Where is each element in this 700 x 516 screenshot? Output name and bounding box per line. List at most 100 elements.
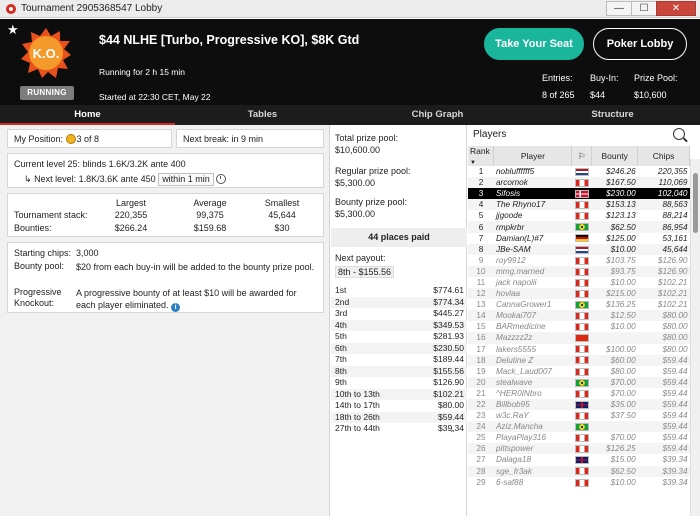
- player-row[interactable]: 26 pittspower $126.25 $59.44: [468, 443, 690, 455]
- col-rank[interactable]: Rank ▼: [468, 146, 495, 166]
- player-row[interactable]: 9 roy9912 $103.75 $126.90: [468, 255, 690, 266]
- player-row[interactable]: 15 BARmedicine $10.00 $80.00: [468, 321, 690, 332]
- player-bounty: $246.26: [606, 167, 636, 177]
- player-row[interactable]: 17 lakers5555 $100.00 $80.00: [468, 344, 690, 355]
- country-flag-icon: [574, 212, 589, 221]
- player-chips: 102,040: [637, 188, 690, 200]
- player-row[interactable]: 3 Sifosis $230.00 102,040: [468, 188, 690, 200]
- player-flag: [571, 332, 592, 344]
- player-row[interactable]: 12 hovlaa $215.00 $102.21: [468, 288, 690, 300]
- player-chips: $39.34: [637, 465, 690, 477]
- player-chips: $59.44: [662, 433, 688, 443]
- player-rank: 28: [468, 465, 494, 477]
- player-name: Mazzzz2z: [493, 332, 572, 344]
- player-rank: 14: [468, 310, 494, 322]
- player-row[interactable]: 8 JBe-SAM $10.00 45,644: [468, 243, 690, 255]
- tab-tables[interactable]: Tables: [175, 105, 350, 125]
- take-your-seat-button[interactable]: Take Your Seat: [484, 28, 584, 60]
- regular-prize-value: $5,300.00: [335, 178, 376, 188]
- player-row[interactable]: 14 Mookai707 $12.50 $80.00: [468, 310, 690, 322]
- player-bounty: $100.00: [606, 344, 636, 354]
- info-icon[interactable]: i: [171, 303, 181, 312]
- player-row[interactable]: 13 CannaGrower1 $136.25 $102.21: [468, 299, 690, 310]
- player-row[interactable]: 25 PlayaPlay316 $70.00 $59.44: [468, 432, 690, 443]
- entries-label: Entries:: [542, 73, 573, 83]
- bounty-pool-label: Bounty pool:: [14, 261, 65, 271]
- player-bounty: $15.00: [610, 455, 636, 465]
- player-row[interactable]: 20 stealwave $70.00 $59.44: [468, 376, 690, 388]
- player-row[interactable]: 27 Dalaga18 $15.00 $39.34: [468, 454, 690, 465]
- favorite-star-icon[interactable]: ★: [7, 22, 19, 38]
- player-rank: 27: [476, 455, 486, 465]
- country-flag-icon: [574, 389, 589, 398]
- status-badge: RUNNING: [20, 86, 74, 100]
- player-row[interactable]: 21 ^HER0INbro $70.00 $59.44: [468, 388, 690, 399]
- player-flag: [571, 376, 592, 388]
- stack-largest: 220,355: [114, 210, 148, 220]
- total-prize-value: $10,600.00: [335, 145, 381, 155]
- player-flag: [571, 199, 592, 211]
- col-chips[interactable]: Chips: [637, 146, 690, 166]
- prize-panel: Total prize pool: $10,600.00 Regular pri…: [331, 125, 467, 516]
- player-chips: $39.34: [662, 477, 688, 487]
- players-scrollbar[interactable]: [690, 159, 700, 516]
- player-row[interactable]: 16 Mazzzz2z $80.00: [468, 332, 690, 344]
- player-row[interactable]: 7 Damian(L)#7 $125.00 53,161: [468, 233, 690, 244]
- player-row[interactable]: 18 Delutine Z $60.00 $59.44: [468, 354, 690, 366]
- player-bounty: $62.50: [591, 465, 638, 477]
- player-bounty: $10.00: [591, 243, 638, 255]
- main-tabs: Home Tables Chip Graph Structure: [0, 105, 700, 125]
- payout-row: 6th $230.50: [331, 342, 467, 354]
- payout-amount: $155.56: [433, 365, 464, 376]
- player-row[interactable]: 6 rmpkrbr $62.50 86,954: [468, 221, 690, 233]
- col-player[interactable]: Player: [493, 146, 573, 166]
- poker-lobby-button[interactable]: Poker Lobby: [593, 28, 687, 60]
- payout-row: 5th $281.93: [331, 331, 467, 343]
- player-row[interactable]: 4 The Rhyno17 $153.13 88,563: [468, 199, 690, 211]
- country-flag-icon: [574, 223, 589, 232]
- player-row[interactable]: 11 jack napolii $10.00 $102.21: [468, 277, 690, 288]
- player-name: Billbob95: [493, 398, 572, 411]
- player-row[interactable]: 24 Aziz.Mancha $59.44: [468, 421, 690, 433]
- country-flag-icon: [574, 356, 589, 365]
- tab-structure[interactable]: Structure: [525, 105, 700, 125]
- bounties-label: Bounties:: [14, 223, 52, 233]
- scrollbar-thumb[interactable]: [693, 173, 698, 233]
- next-level-value: 1.8K/3.6K ante 450: [78, 174, 156, 184]
- player-flag: [571, 177, 592, 189]
- player-rank: 26: [468, 443, 494, 455]
- player-name: jjgoode: [495, 211, 523, 221]
- player-name: CannaGrower1: [495, 300, 552, 310]
- player-rank: 23: [476, 411, 486, 421]
- payout-place: 8th: [335, 365, 347, 376]
- col-bounty[interactable]: Bounty: [591, 146, 639, 166]
- player-row[interactable]: 5 jjgoode $123.13 88,214: [468, 210, 690, 221]
- player-row[interactable]: 22 Billbob95 $35.00 $59.44: [468, 398, 690, 411]
- player-bounty: $35.00: [591, 398, 638, 411]
- payout-place: 18th to 26th: [335, 411, 380, 422]
- player-name: arcornok: [493, 177, 572, 189]
- player-row[interactable]: 2 arcornok $167.50 110,069: [468, 177, 690, 189]
- close-button[interactable]: ✕: [656, 1, 696, 16]
- maximize-button[interactable]: ☐: [631, 1, 657, 16]
- minimize-button[interactable]: —: [606, 1, 632, 16]
- player-row[interactable]: 1 nobluffffff5 $246.26 220,355: [468, 166, 690, 177]
- player-row[interactable]: 10 mmg.marned $93.75 $126.90: [468, 265, 690, 277]
- tab-chip-graph[interactable]: Chip Graph: [350, 105, 525, 125]
- col-flag[interactable]: ⚐: [571, 146, 593, 166]
- payout-amount: $102.21: [433, 388, 464, 399]
- player-row[interactable]: 19 Mack_Laud007 $80.00 $59.44: [468, 366, 690, 377]
- player-row[interactable]: 23 w3c.RaY $37.50 $59.44: [468, 410, 690, 421]
- player-chips: $80.00: [637, 310, 690, 322]
- chevron-up-icon[interactable]: ⌃: [449, 429, 456, 438]
- payout-place: 10th to 13th: [335, 388, 380, 399]
- player-rank: 17: [476, 344, 486, 354]
- tab-home[interactable]: Home: [0, 105, 175, 125]
- player-name: 6-saf88: [495, 477, 524, 487]
- player-row[interactable]: 28 sge_fr3ak $62.50 $39.34: [468, 465, 690, 477]
- players-table: Rank ▼ Player ⚐ Bounty Chips 1 noblufffff…: [468, 146, 690, 488]
- search-icon[interactable]: [673, 128, 685, 140]
- player-row[interactable]: 29 6-saf88 $10.00 $39.34: [468, 477, 690, 488]
- stack-stats-box: Largest Average Smallest Tournament stac…: [7, 193, 324, 237]
- player-name: ^HER0INbro: [495, 388, 542, 398]
